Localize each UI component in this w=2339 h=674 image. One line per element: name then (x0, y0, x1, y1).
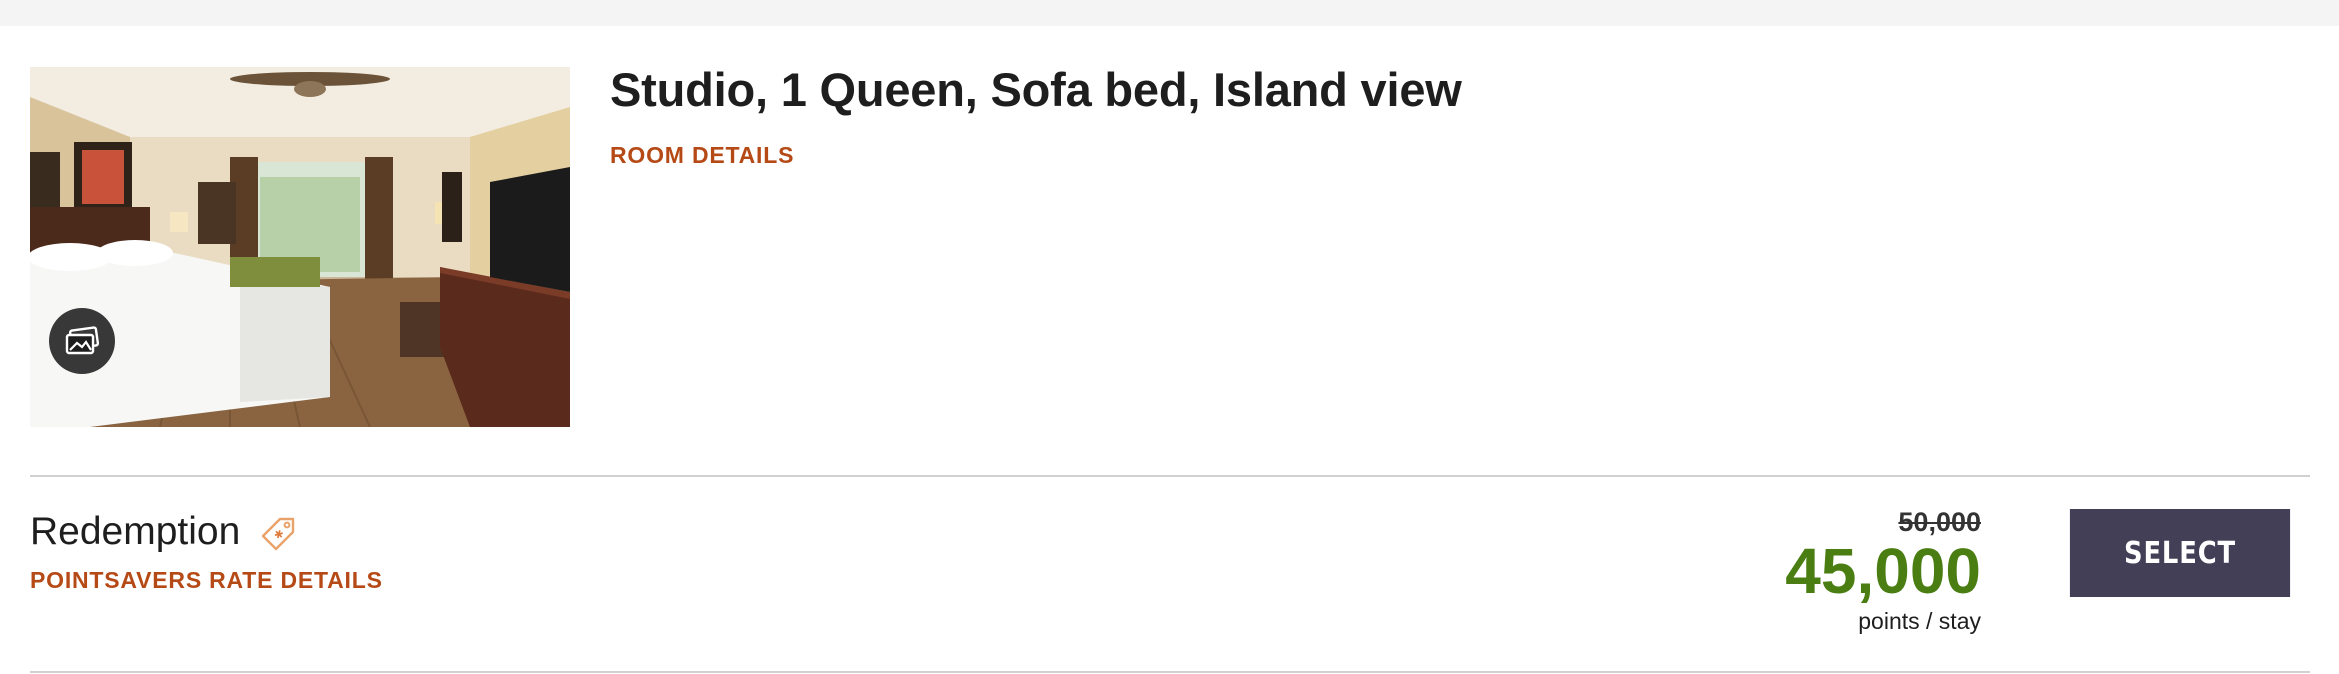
price-tag-icon[interactable]: ✱ (260, 516, 296, 552)
room-details-link[interactable]: ROOM DETAILS (610, 142, 794, 169)
divider-bottom (30, 671, 2310, 673)
select-button-label: SELECT (2124, 535, 2236, 571)
photos-icon (65, 326, 100, 355)
top-strip (0, 0, 2339, 26)
select-button[interactable]: SELECT (2069, 509, 2291, 597)
points-unit: points / stay (1858, 608, 1981, 634)
room-photo[interactable] (30, 67, 570, 427)
rate-details-link[interactable]: POINTSAVERS RATE DETAILS (30, 567, 383, 594)
rate-name-row: Redemption ✱ (30, 510, 296, 554)
gallery-icon[interactable] (49, 308, 115, 374)
price-block: 50,000 45,000 points / stay (1681, 506, 1981, 636)
rate-name: Redemption (30, 510, 241, 553)
original-points: 50,000 (1898, 507, 1981, 537)
room-photo-image (30, 67, 570, 427)
divider (30, 475, 2310, 477)
room-title: Studio, 1 Queen, Sofa bed, Island view (610, 63, 1462, 116)
points-price: 45,000 (1785, 535, 1981, 607)
